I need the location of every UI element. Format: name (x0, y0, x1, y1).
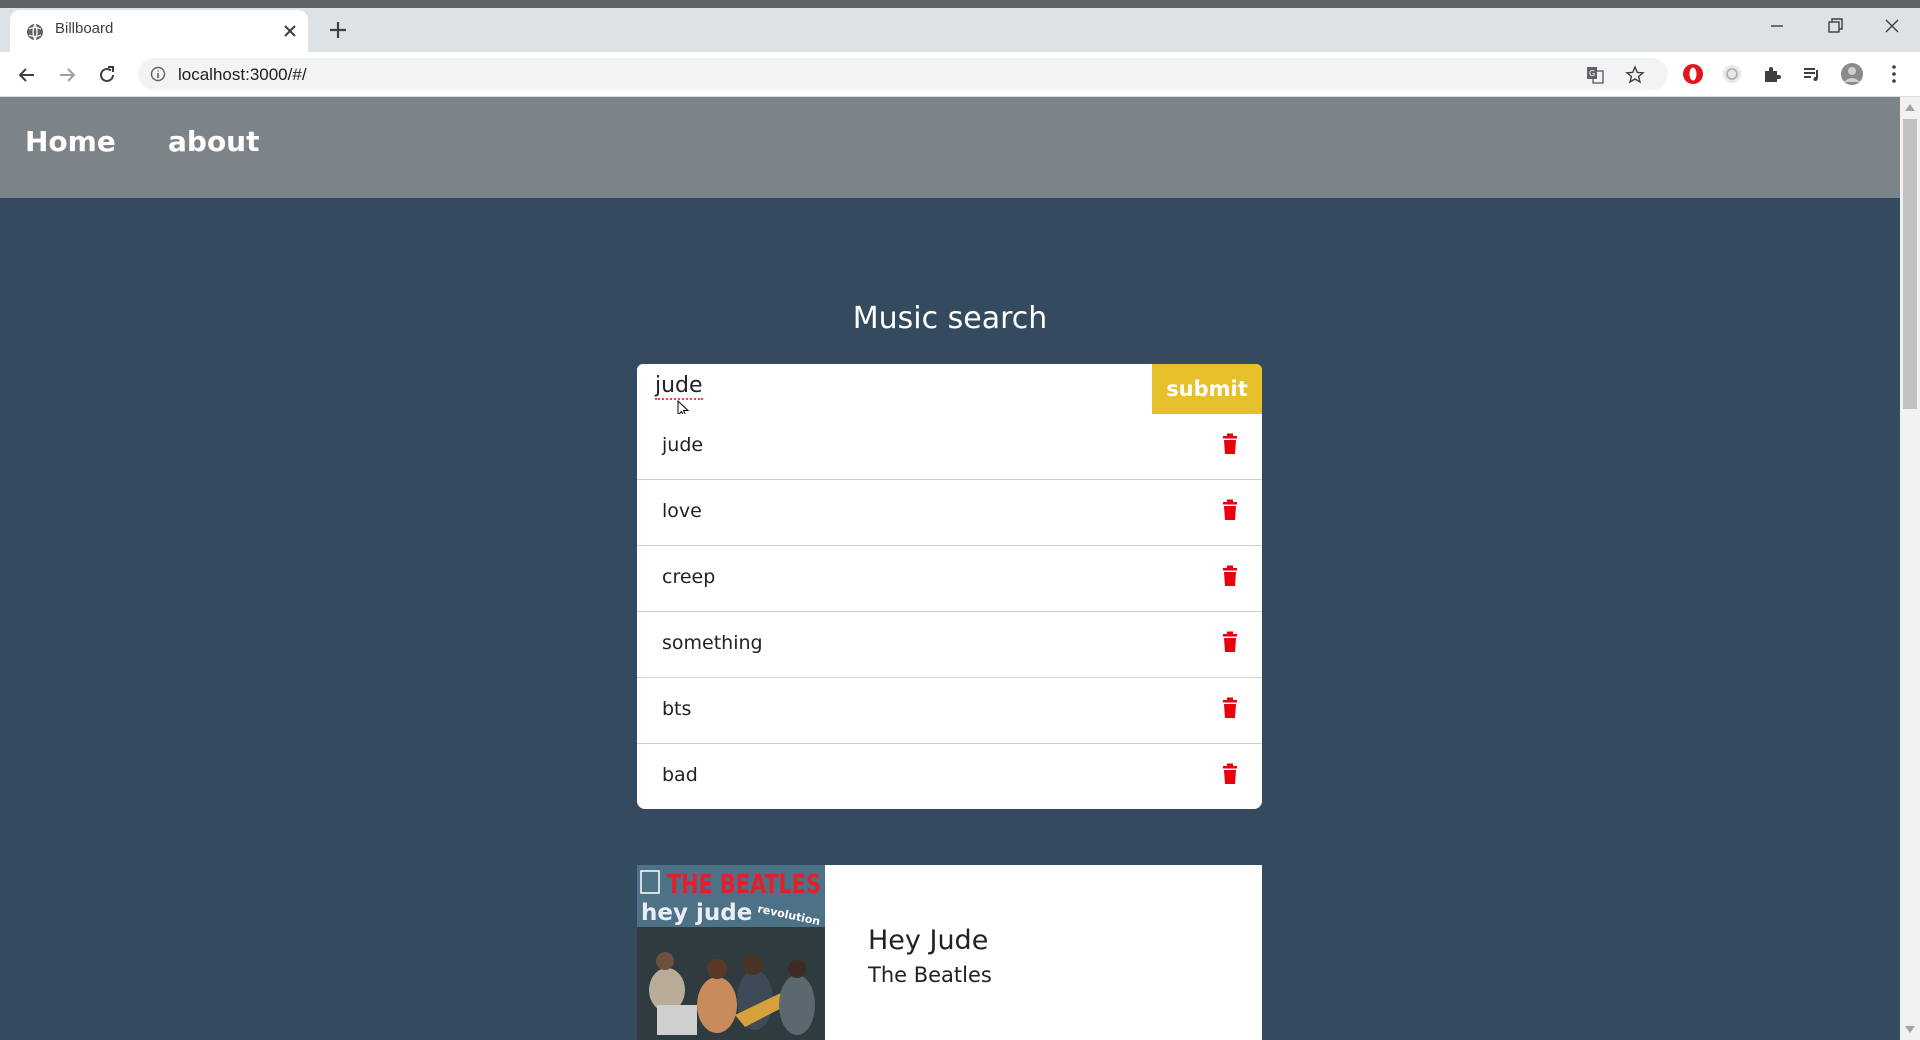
restore-icon[interactable] (1820, 14, 1850, 38)
browser-tab-strip: Billboard (0, 0, 1920, 52)
trash-icon[interactable] (1220, 763, 1240, 785)
page-scrollbar[interactable] (1900, 97, 1920, 1040)
nav-home-link[interactable]: Home (25, 125, 116, 158)
history-term: something (662, 632, 763, 654)
url-text: localhost:3000/#/ (178, 65, 307, 84)
bookmark-star-icon[interactable] (1625, 65, 1645, 85)
album-cover: THE BEATLES hey jude revolution (637, 865, 825, 1040)
close-window-icon[interactable] (1877, 14, 1907, 38)
song-artist: The Beatles (868, 963, 992, 987)
page-viewport: Home about Music search jude submit jude… (0, 97, 1900, 1040)
trash-icon[interactable] (1220, 433, 1240, 455)
history-item[interactable]: something (637, 612, 1262, 678)
tab-title: Billboard (55, 20, 114, 37)
globe-icon (27, 23, 43, 41)
search-query-text: jude (655, 373, 703, 400)
trash-icon[interactable] (1220, 565, 1240, 587)
history-term: jude (662, 434, 704, 456)
reload-icon[interactable] (95, 63, 119, 87)
info-icon[interactable] (150, 66, 166, 82)
tab-close-icon[interactable] (280, 21, 300, 41)
cover-album-text: hey jude (641, 900, 752, 926)
history-term: bts (662, 698, 692, 720)
window-top-border (0, 0, 1920, 8)
extensions-puzzle-icon[interactable] (1760, 62, 1784, 86)
media-control-icon[interactable] (1800, 62, 1824, 86)
translate-icon[interactable]: G (1585, 65, 1605, 85)
trash-icon[interactable] (1220, 697, 1240, 719)
top-navigation: Home about (0, 97, 1900, 198)
svg-text:G: G (1589, 69, 1595, 78)
submit-button[interactable]: submit (1152, 364, 1262, 414)
trash-icon[interactable] (1220, 499, 1240, 521)
history-item[interactable]: creep (637, 546, 1262, 612)
song-result-card[interactable]: THE BEATLES hey jude revolution Hey Jude… (637, 865, 1262, 1040)
opera-extension-icon[interactable] (1681, 62, 1705, 86)
profile-avatar-icon[interactable] (1840, 62, 1864, 86)
scrollbar-thumb[interactable] (1903, 119, 1917, 409)
address-bar[interactable]: localhost:3000/#/ G (138, 58, 1668, 90)
history-item[interactable]: bad (637, 744, 1262, 809)
scroll-up-arrow-icon[interactable] (1905, 103, 1915, 111)
history-term: creep (662, 566, 716, 588)
extension-icon[interactable] (1720, 62, 1744, 86)
trash-icon[interactable] (1220, 631, 1240, 653)
history-item[interactable]: jude (637, 414, 1262, 480)
minimize-icon[interactable] (1762, 14, 1792, 38)
history-term: bad (662, 764, 698, 786)
browser-toolbar: localhost:3000/#/ G (0, 52, 1920, 97)
page-title: Music search (852, 301, 1048, 336)
song-title: Hey Jude (868, 925, 989, 956)
nav-about-link[interactable]: about (168, 125, 260, 158)
history-term: love (662, 500, 702, 522)
cover-band-text: THE BEATLES (667, 870, 821, 900)
browser-tab[interactable]: Billboard (10, 10, 308, 52)
forward-icon[interactable] (55, 63, 79, 87)
search-history-list: jude love creep something bts bad (637, 414, 1262, 809)
new-tab-icon[interactable] (326, 18, 350, 42)
history-item[interactable]: bts (637, 678, 1262, 744)
scroll-down-arrow-icon[interactable] (1905, 1026, 1915, 1034)
back-icon[interactable] (15, 63, 39, 87)
browser-menu-icon[interactable] (1882, 62, 1906, 86)
history-item[interactable]: love (637, 480, 1262, 546)
